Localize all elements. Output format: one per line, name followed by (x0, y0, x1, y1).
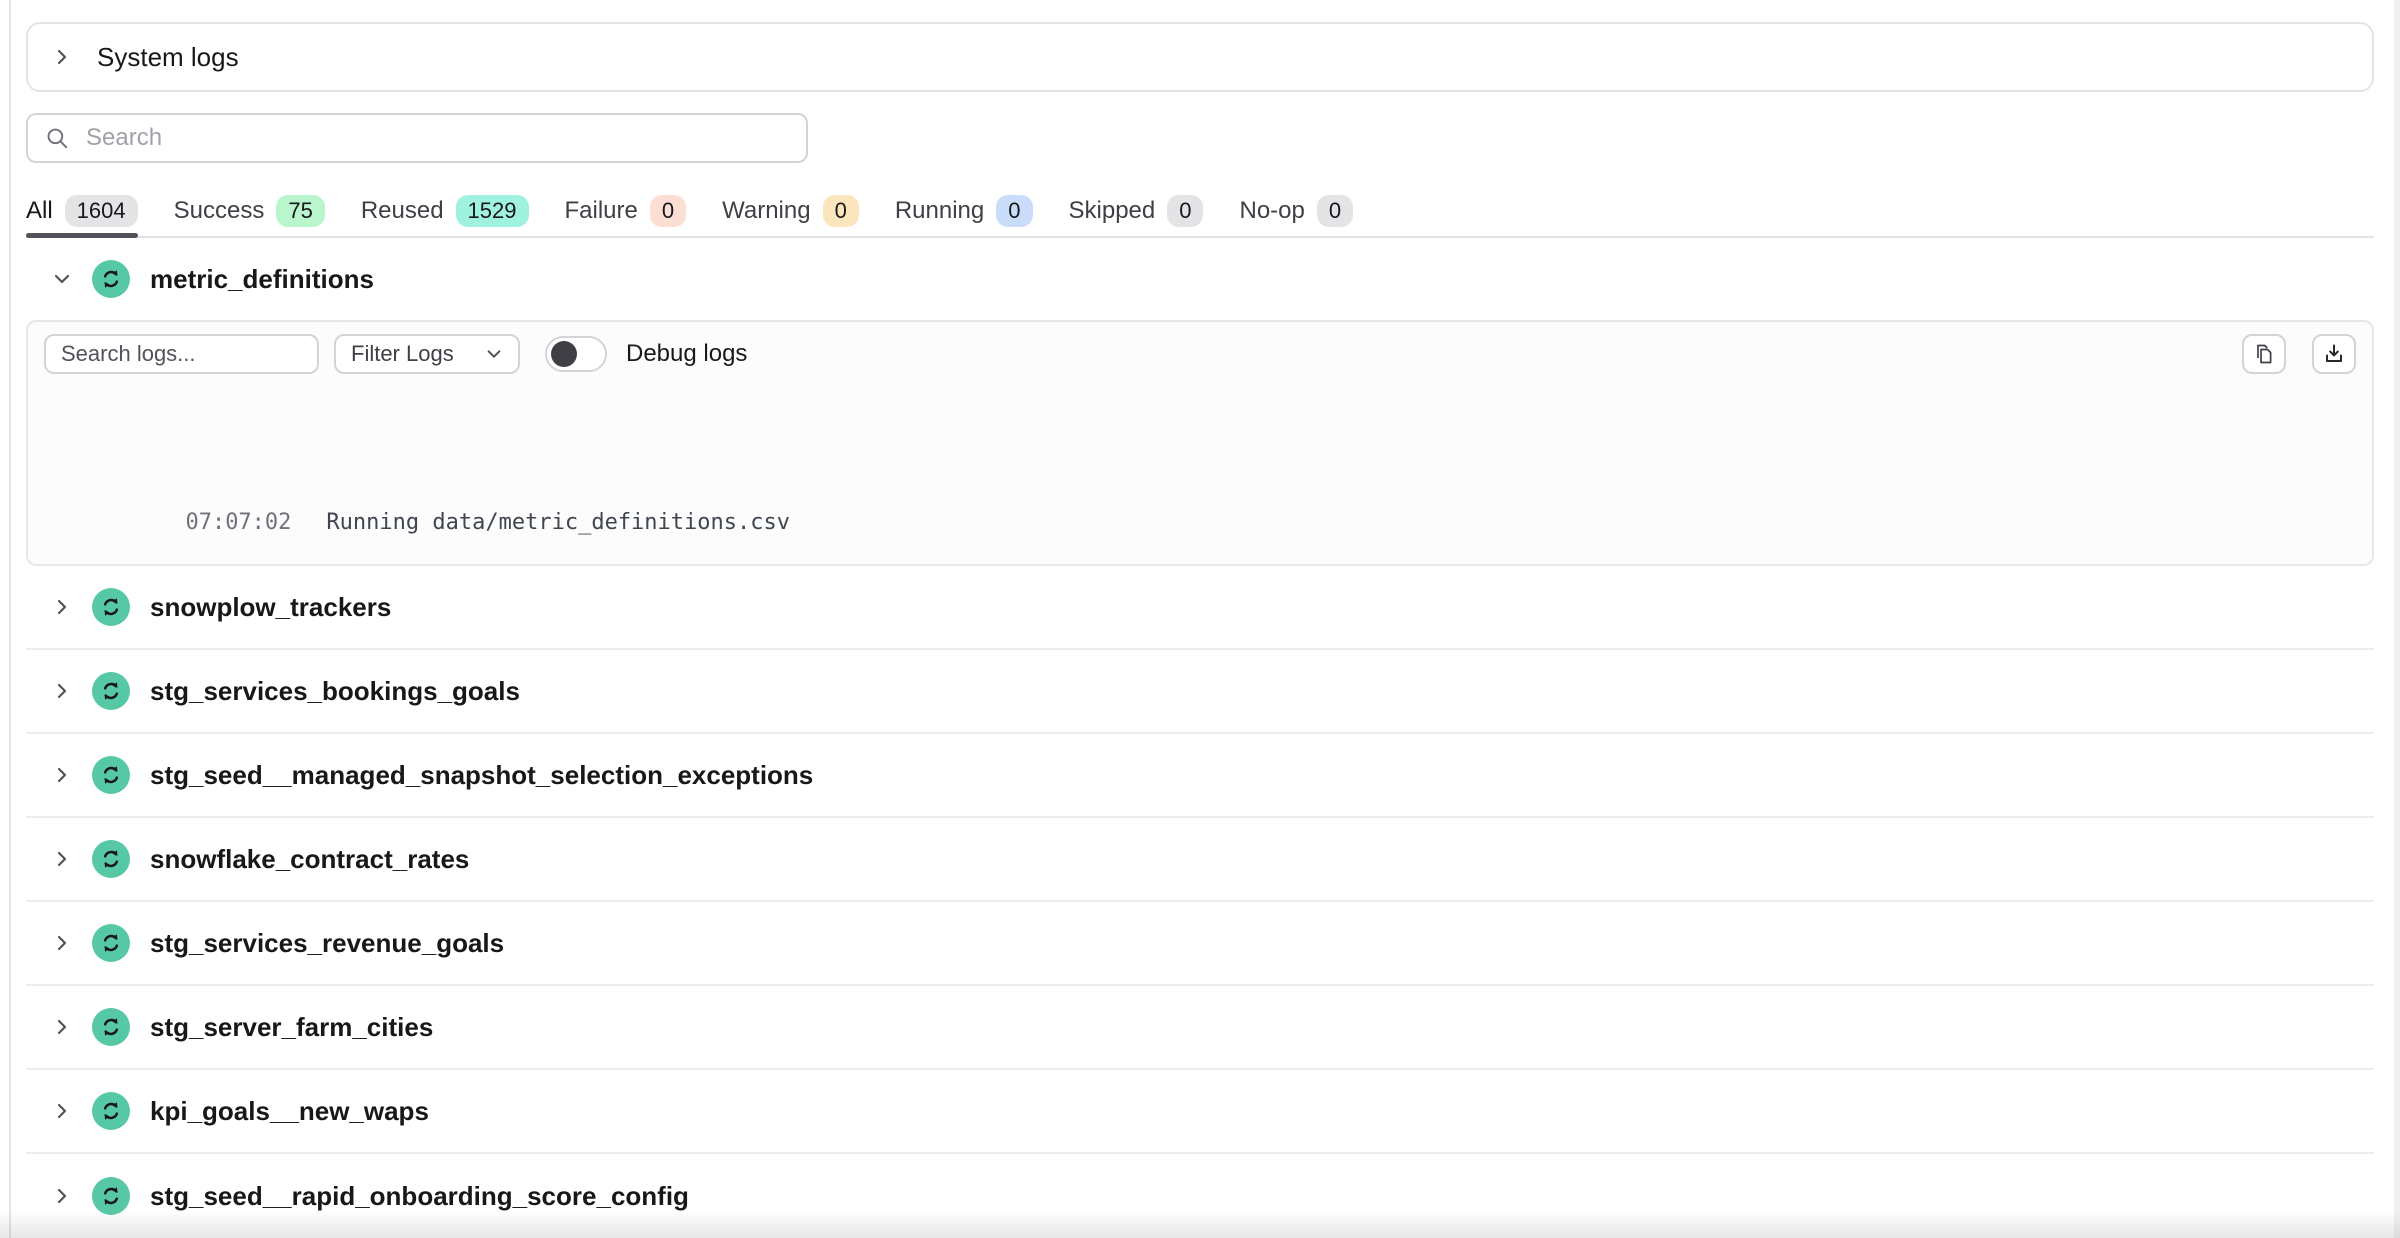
search-icon (44, 125, 70, 151)
log-search-input[interactable] (44, 334, 319, 374)
chevron-right-icon[interactable] (52, 765, 72, 785)
tab-label: Reused (361, 197, 444, 225)
copy-icon (2252, 342, 2276, 366)
filter-logs-label: Filter Logs (351, 341, 454, 367)
tab-noop[interactable]: No-op 0 (1239, 186, 1353, 236)
node-row-snowplow-trackers[interactable]: snowplow_trackers (26, 566, 2374, 650)
scrollbar-track[interactable] (2394, 0, 2400, 1238)
system-logs-label: System logs (97, 42, 239, 73)
tab-reused[interactable]: Reused 1529 (361, 186, 529, 236)
tab-count-badge: 0 (650, 195, 686, 227)
chevron-right-icon[interactable] (52, 1017, 72, 1037)
log-message: Running data/metric_definitions.csv (326, 510, 790, 535)
search-input[interactable] (86, 124, 790, 152)
node-row-kpi-goals-new-waps[interactable]: kpi_goals__new_waps (26, 1070, 2374, 1154)
reused-node-icon (92, 672, 130, 710)
debug-logs-label: Debug logs (626, 340, 747, 368)
node-name: stg_server_farm_cities (150, 1012, 433, 1043)
reused-node-icon (92, 1008, 130, 1046)
tab-count-badge: 0 (1317, 195, 1353, 227)
tab-skipped[interactable]: Skipped 0 (1069, 186, 1204, 236)
toggle-knob (551, 341, 577, 367)
tab-warning[interactable]: Warning 0 (722, 186, 859, 236)
node-list: snowplow_trackers stg_services_bookings_… (26, 566, 2374, 1238)
status-tabs: All 1604 Success 75 Reused 1529 Failure … (26, 186, 2374, 238)
node-header-metric-definitions[interactable]: metric_definitions (26, 238, 2374, 320)
download-logs-button[interactable] (2312, 334, 2356, 374)
node-name: snowplow_trackers (150, 592, 391, 623)
search-box[interactable] (26, 113, 808, 163)
chevron-right-icon[interactable] (52, 1186, 72, 1206)
debug-logs-toggle[interactable] (545, 336, 607, 372)
copy-logs-button[interactable] (2242, 334, 2286, 374)
reused-node-icon (92, 756, 130, 794)
node-name: stg_services_bookings_goals (150, 676, 520, 707)
tab-count-badge: 0 (996, 195, 1032, 227)
tab-label: All (26, 197, 53, 225)
log-toolbar: Filter Logs Debug logs (44, 334, 2356, 374)
system-logs-row[interactable]: System logs (26, 22, 2374, 92)
tab-count-badge: 1604 (65, 195, 138, 227)
reused-node-icon (92, 1092, 130, 1130)
node-name: kpi_goals__new_waps (150, 1096, 429, 1127)
expanded-node-section: metric_definitions Filter Logs Debug log… (26, 238, 2374, 566)
node-name: snowflake_contract_rates (150, 844, 469, 875)
node-name: stg_seed__rapid_onboarding_score_config (150, 1181, 689, 1212)
chevron-right-icon[interactable] (52, 47, 72, 67)
chevron-right-icon[interactable] (52, 933, 72, 953)
node-row-stg-services-revenue-goals[interactable]: stg_services_revenue_goals (26, 902, 2374, 986)
tab-failure[interactable]: Failure 0 (565, 186, 687, 236)
tab-count-badge: 0 (823, 195, 859, 227)
node-name: stg_seed__managed_snapshot_selection_exc… (150, 760, 813, 791)
node-row-stg-seed-rapid-onboarding-score-config[interactable]: stg_seed__rapid_onboarding_score_config (26, 1154, 2374, 1238)
tab-label: Success (174, 197, 265, 225)
node-name: metric_definitions (150, 264, 374, 295)
tab-label: Skipped (1069, 197, 1156, 225)
tab-label: No-op (1239, 197, 1304, 225)
reused-node-icon (92, 840, 130, 878)
log-line: 07:07:02 Running data/metric_definitions.… (53, 464, 2356, 566)
reused-node-icon (92, 588, 130, 626)
tab-running[interactable]: Running 0 (895, 186, 1033, 236)
node-row-stg-services-bookings-goals[interactable]: stg_services_bookings_goals (26, 650, 2374, 734)
tab-count-badge: 75 (276, 195, 324, 227)
tab-count-badge: 1529 (456, 195, 529, 227)
tab-all[interactable]: All 1604 (26, 186, 138, 236)
node-row-snowflake-contract-rates[interactable]: snowflake_contract_rates (26, 818, 2374, 902)
chevron-down-icon (485, 345, 503, 363)
log-output: 07:07:02 Running data/metric_definitions.… (44, 386, 2356, 566)
tab-label: Warning (722, 197, 810, 225)
log-timestamp: 07:07:02 (185, 510, 291, 535)
log-panel: Filter Logs Debug logs (26, 320, 2374, 566)
node-name: stg_services_revenue_goals (150, 928, 504, 959)
chevron-down-icon[interactable] (52, 269, 72, 289)
chevron-right-icon[interactable] (52, 849, 72, 869)
reused-node-icon (92, 1177, 130, 1215)
tab-count-badge: 0 (1167, 195, 1203, 227)
node-row-stg-server-farm-cities[interactable]: stg_server_farm_cities (26, 986, 2374, 1070)
tab-success[interactable]: Success 75 (174, 186, 325, 236)
node-row-stg-seed-managed-snapshot-selection-exceptions[interactable]: stg_seed__managed_snapshot_selection_exc… (26, 734, 2374, 818)
download-icon (2322, 342, 2346, 366)
log-viewer-page: System logs All 1604 Success 75 Reused 1… (9, 0, 2400, 1238)
chevron-right-icon[interactable] (52, 681, 72, 701)
filter-logs-dropdown[interactable]: Filter Logs (334, 334, 520, 374)
chevron-right-icon[interactable] (52, 1101, 72, 1121)
reused-node-icon (92, 924, 130, 962)
chevron-right-icon[interactable] (52, 597, 72, 617)
tab-label: Running (895, 197, 984, 225)
tab-label: Failure (565, 197, 638, 225)
reused-node-icon (92, 260, 130, 298)
